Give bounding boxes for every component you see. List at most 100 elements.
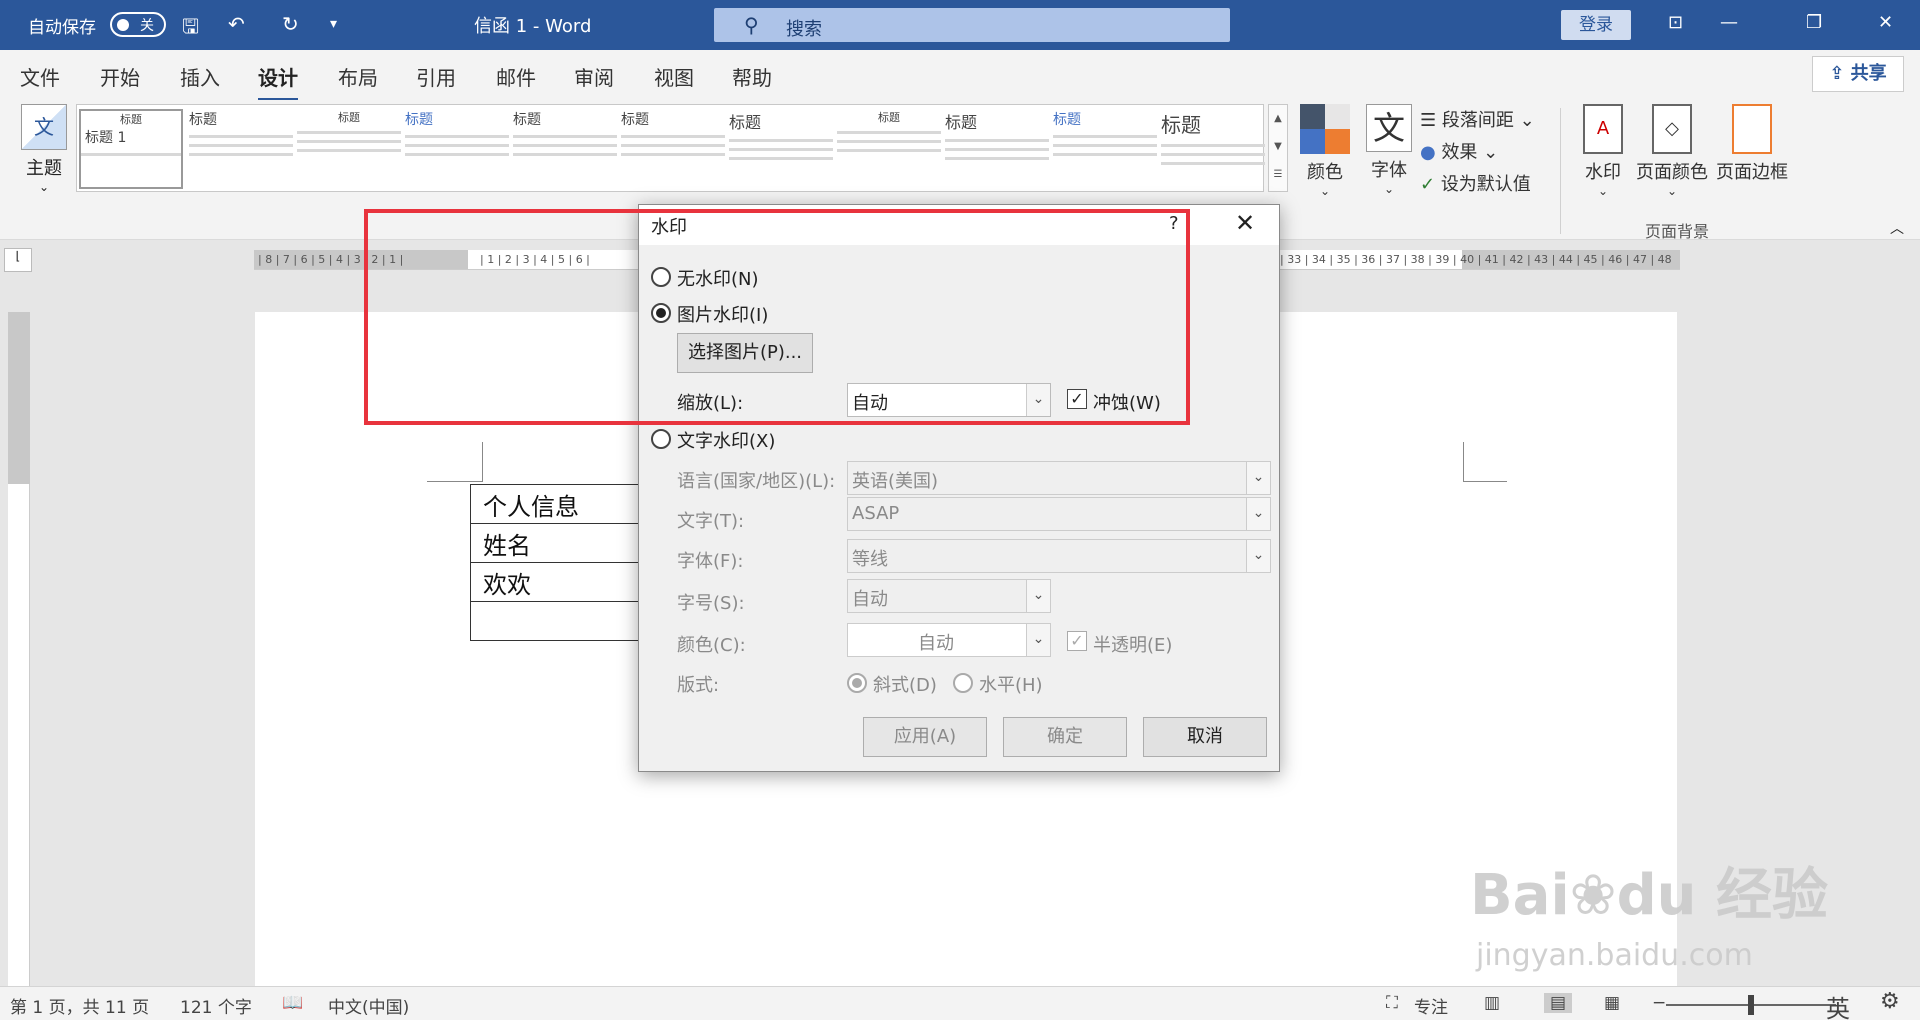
baidu-watermark: Bai❀du 经验 jingyan.baidu.com xyxy=(1470,810,1830,1010)
language-status[interactable]: 中文(中国) xyxy=(328,993,409,1018)
horizontal-radio[interactable] xyxy=(953,673,973,693)
web-layout-icon[interactable]: ▦ xyxy=(1604,993,1620,1013)
tab-references[interactable]: 引用 xyxy=(416,62,456,91)
style-set-item[interactable]: 标题 xyxy=(729,109,833,189)
scale-select[interactable]: 自动 ⌄ xyxy=(847,383,1051,417)
tab-home[interactable]: 开始 xyxy=(100,62,140,91)
tab-file[interactable]: 文件 xyxy=(20,62,60,91)
table-cell[interactable]: 欢欢 xyxy=(470,562,651,602)
collapse-ribbon-icon[interactable]: ︿ xyxy=(1890,218,1904,238)
tab-mailings[interactable]: 邮件 xyxy=(496,62,536,91)
watermark-icon: A xyxy=(1583,104,1623,154)
vertical-ruler[interactable] xyxy=(8,312,30,992)
tab-view[interactable]: 视图 xyxy=(654,62,694,91)
picture-watermark-radio[interactable] xyxy=(651,303,671,323)
zoom-out-icon[interactable]: − xyxy=(1652,993,1666,1013)
focus-icon[interactable]: ⛶ xyxy=(1386,993,1398,1013)
print-layout-icon[interactable]: ▤ xyxy=(1544,993,1573,1013)
share-button[interactable]: ⇪ 共享 xyxy=(1812,56,1904,92)
word-count[interactable]: 121 个字 xyxy=(180,993,252,1018)
redo-icon[interactable]: ↻ xyxy=(282,12,299,36)
page-info[interactable]: 第 1 页，共 11 页 xyxy=(10,993,149,1018)
tab-insert[interactable]: 插入 xyxy=(180,62,220,91)
chevron-down-icon: ⌄ xyxy=(1246,498,1270,530)
settings-gear-icon[interactable]: ⚙ xyxy=(1880,989,1900,1014)
style-set-item[interactable]: 标题 标题 1 xyxy=(79,109,183,189)
style-set-item[interactable]: 标题 xyxy=(945,109,1049,189)
select-picture-button[interactable]: 选择图片(P)... xyxy=(677,333,813,373)
chevron-up-icon[interactable]: ▲ xyxy=(1269,105,1287,133)
style-set-item[interactable]: 标题 xyxy=(837,109,941,189)
page-border-button[interactable]: 页面边框 xyxy=(1714,104,1790,184)
undo-icon[interactable]: ↶ xyxy=(228,12,245,36)
scale-value: 自动 xyxy=(852,393,888,414)
color-select[interactable]: 自动 ⌄ xyxy=(847,623,1051,657)
tab-review[interactable]: 审阅 xyxy=(574,62,614,91)
size-select[interactable]: 自动 ⌄ xyxy=(847,579,1051,613)
chevron-down-icon[interactable]: ▼ xyxy=(1269,133,1287,161)
effects-button[interactable]: ● 效果 ⌄ xyxy=(1420,138,1498,164)
tab-selector[interactable]: ⌊ xyxy=(4,248,32,272)
style-set-item[interactable]: 标题 xyxy=(513,109,617,189)
read-mode-icon[interactable]: ▥ xyxy=(1484,993,1500,1013)
text-watermark-radio[interactable] xyxy=(651,429,671,449)
semitransparent-checkbox[interactable]: ✓ xyxy=(1067,631,1087,651)
style-set-item[interactable]: 标题 xyxy=(189,109,293,189)
save-icon[interactable]: 🖫 xyxy=(182,12,199,46)
table-cell[interactable]: 个人信息 xyxy=(470,484,651,524)
style-set-item[interactable]: 标题 xyxy=(1161,109,1265,189)
autosave-label: 自动保存 xyxy=(28,18,96,38)
style-set-item[interactable]: 标题 xyxy=(1053,109,1157,189)
style-set-item[interactable]: 标题 xyxy=(297,109,401,189)
language-select[interactable]: 英语(美国) ⌄ xyxy=(847,461,1271,495)
tab-help[interactable]: 帮助 xyxy=(732,62,772,91)
restore-icon[interactable]: ❐ xyxy=(1806,12,1822,33)
ime-indicator[interactable]: 英 xyxy=(1826,989,1850,1020)
style-set-line xyxy=(297,149,401,152)
table-cell[interactable] xyxy=(470,601,651,641)
washout-checkbox[interactable]: ✓ xyxy=(1067,389,1087,409)
text-select[interactable]: ASAP ⌄ xyxy=(847,497,1271,531)
proofing-icon[interactable]: 📖 xyxy=(282,993,303,1013)
style-set-item[interactable]: 标题 xyxy=(405,109,509,189)
page-background-group-label: 页面背景 xyxy=(1645,222,1710,241)
ribbon-display-icon[interactable]: ⊡ xyxy=(1668,12,1683,33)
autosave-toggle[interactable]: 关 xyxy=(110,12,166,37)
tab-design[interactable]: 设计 xyxy=(258,62,298,101)
login-button[interactable]: 登录 xyxy=(1561,10,1631,40)
gallery-more-icon[interactable]: ☰ xyxy=(1269,161,1287,189)
font-select[interactable]: 等线 ⌄ xyxy=(847,539,1271,573)
focus-label[interactable]: 专注 xyxy=(1414,993,1448,1018)
document-title: 信函 1 - Word xyxy=(474,16,592,37)
diagonal-radio[interactable] xyxy=(847,673,867,693)
colors-button[interactable]: 颜色 ⌄ xyxy=(1298,104,1352,198)
style-set-line xyxy=(1161,144,1265,147)
watermark-button[interactable]: A 水印 ⌄ xyxy=(1578,104,1628,198)
gallery-scroll[interactable]: ▲ ▼ ☰ xyxy=(1268,104,1288,192)
table-cell[interactable]: 姓名 xyxy=(470,523,651,563)
cancel-button[interactable]: 取消 xyxy=(1143,717,1267,757)
help-icon[interactable]: ? xyxy=(1169,213,1179,234)
chevron-down-icon: ⌄ xyxy=(38,180,50,194)
search-box[interactable]: ⚲ 搜索 xyxy=(714,8,1230,42)
zoom-slider-thumb[interactable] xyxy=(1748,995,1754,1015)
style-set-item[interactable]: 标题 xyxy=(621,109,725,189)
ok-button[interactable]: 确定 xyxy=(1003,717,1127,757)
horizontal-label: 水平(H) xyxy=(979,675,1043,696)
page-color-button[interactable]: ◇ 页面颜色 ⌄ xyxy=(1634,104,1710,198)
customize-toolbar-icon[interactable]: ▾ xyxy=(330,16,337,32)
style-set-line xyxy=(189,153,293,156)
tab-layout[interactable]: 布局 xyxy=(338,62,378,91)
fonts-button[interactable]: 文 字体 ⌄ xyxy=(1362,104,1416,196)
minimize-icon[interactable]: — xyxy=(1720,12,1738,33)
language-label: 语言(国家/地区)(L): xyxy=(677,471,836,492)
style-set-heading: 标题 1 xyxy=(85,130,127,146)
close-window-icon[interactable]: ✕ xyxy=(1878,12,1893,33)
close-icon[interactable]: ✕ xyxy=(1235,209,1255,237)
set-default-button[interactable]: ✓ 设为默认值 xyxy=(1420,170,1531,196)
page-color-label: 页面颜色 xyxy=(1636,162,1708,183)
themes-button[interactable]: 文 主题 ⌄ xyxy=(18,104,70,194)
paragraph-spacing-button[interactable]: ☰ 段落间距 ⌄ xyxy=(1420,106,1535,132)
no-watermark-radio[interactable] xyxy=(651,267,671,287)
apply-button[interactable]: 应用(A) xyxy=(863,717,987,757)
